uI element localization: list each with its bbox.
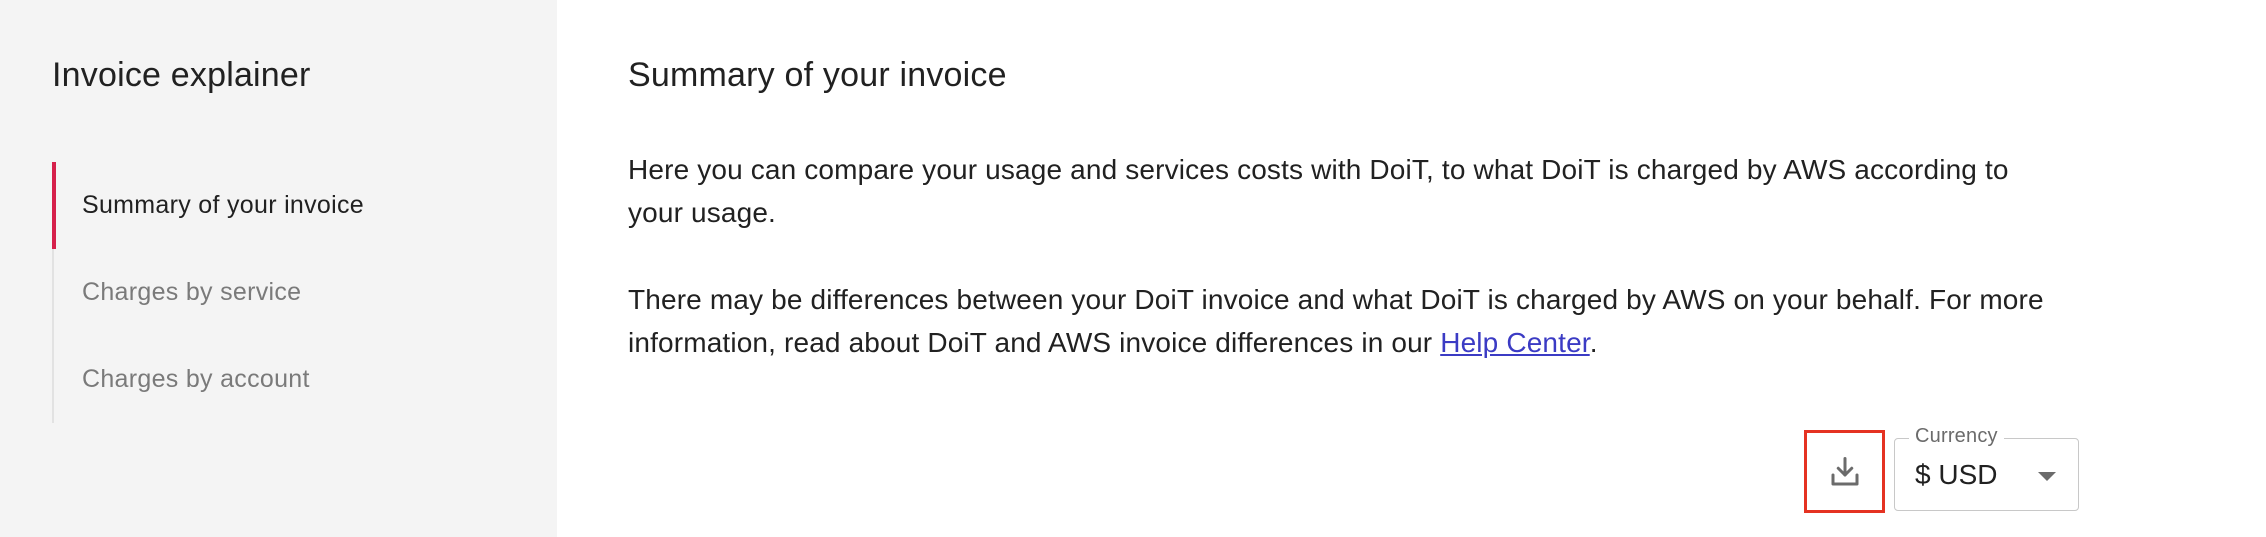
currency-value: $ USD — [1915, 459, 1998, 490]
currency-select[interactable]: Currency $ USD — [1894, 425, 2079, 511]
differences-paragraph: There may be differences between your Do… — [628, 278, 2068, 364]
chevron-down-icon — [2038, 472, 2056, 481]
page-title: Summary of your invoice — [628, 56, 1007, 94]
sidebar-title: Invoice explainer — [52, 56, 311, 94]
help-center-link[interactable]: Help Center — [1440, 327, 1590, 358]
download-button[interactable] — [1804, 430, 1885, 513]
invoice-explainer-page: Invoice explainer Summary of your invoic… — [0, 0, 2266, 537]
intro-paragraph: Here you can compare your usage and serv… — [628, 154, 2009, 228]
sidebar-nav: Summary of your invoice Charges by servi… — [52, 162, 512, 423]
currency-label: Currency — [1909, 425, 2004, 448]
download-icon — [1831, 456, 1858, 485]
differences-text: There may be differences between your Do… — [628, 284, 2044, 358]
sidebar-item-charges-by-service[interactable]: Charges by service — [54, 249, 512, 336]
sidebar-item-summary-of-your-invoice[interactable]: Summary of your invoice — [52, 162, 512, 249]
sidebar: Invoice explainer Summary of your invoic… — [0, 0, 557, 537]
differences-text-end: . — [1589, 327, 1598, 358]
sidebar-item-charges-by-account[interactable]: Charges by account — [54, 336, 512, 423]
main-content: Summary of your invoice Here you can com… — [557, 0, 2266, 537]
